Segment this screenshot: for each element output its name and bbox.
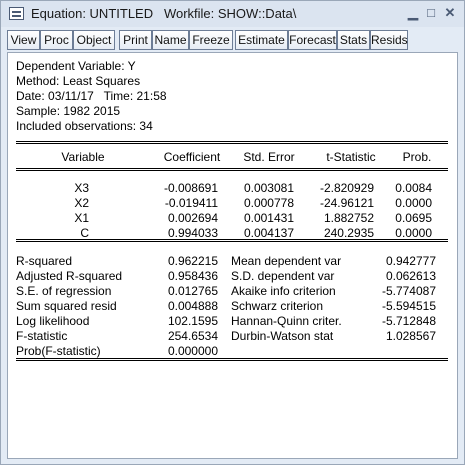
stat-value: -5.774087 (381, 284, 436, 298)
t-statistic-value: 240.2935 (323, 226, 374, 240)
stat-label: Hannan-Quinn criter. (231, 314, 342, 328)
col-header-prob: Prob. (402, 150, 432, 164)
object-button[interactable]: Object (73, 30, 115, 50)
stat-label: S.E. of regression (16, 284, 112, 298)
stat-value: 0.962215 (167, 254, 218, 268)
stat-label: Durbin-Watson stat (231, 329, 334, 343)
std-error-value: 0.004137 (243, 226, 294, 240)
proc-button[interactable]: Proc (40, 30, 73, 50)
forecast-button[interactable]: Forecast (288, 30, 337, 50)
stat-label: Akaike info criterion (231, 284, 336, 298)
close-icon[interactable]: ✕ (442, 5, 458, 21)
col-header-t-statistic: t-Statistic (326, 150, 376, 164)
method: Method: Least Squares (16, 74, 141, 88)
stat-label: Schwarz criterion (231, 299, 324, 313)
stat-value: 1.028567 (385, 329, 436, 343)
prob-value: 0.0084 (395, 181, 432, 195)
view-button[interactable]: View (7, 30, 40, 50)
std-error-value: 0.001431 (243, 211, 294, 225)
stat-value: 102.1595 (167, 314, 218, 328)
coefficient-value: 0.994033 (167, 226, 218, 240)
estimate-button[interactable]: Estimate (235, 30, 288, 50)
stats-button[interactable]: Stats (337, 30, 370, 50)
col-header-coefficient: Coefficient (163, 150, 221, 164)
variable-name: X3 (74, 181, 89, 195)
title-bar[interactable]: Equation: UNTITLED Workfile: SHOW::Data\… (1, 1, 464, 27)
variable-name: C (80, 226, 89, 240)
coefficient-value: -0.008691 (163, 181, 218, 195)
stat-value: 0.062613 (385, 269, 436, 283)
col-header-variable: Variable (61, 150, 105, 164)
stat-value: 0.958436 (167, 269, 218, 283)
name-button[interactable]: Name (152, 30, 189, 50)
variable-name: X1 (74, 211, 89, 225)
stat-label: S.D. dependent var (231, 269, 335, 283)
stat-label: Prob(F-statistic) (16, 344, 101, 358)
table-top-rule (16, 141, 448, 142)
equation-window: Equation: UNTITLED Workfile: SHOW::Data\… (0, 0, 465, 465)
header-rule-2 (16, 170, 448, 171)
minimize-icon[interactable]: ▁ (405, 5, 421, 21)
window-title: Equation: UNTITLED Workfile: SHOW::Data\ (31, 6, 297, 21)
stat-value: 0.012765 (167, 284, 218, 298)
coef-bottom-rule-2 (16, 241, 448, 242)
stat-value: -5.594515 (381, 299, 436, 313)
restore-icon[interactable]: □ (423, 5, 439, 21)
stats-bottom-rule-2 (16, 360, 448, 361)
t-statistic-value: -2.820929 (319, 181, 374, 195)
window-menu-icon[interactable] (9, 7, 24, 20)
stat-label: R-squared (16, 254, 73, 268)
t-statistic-value: 1.882752 (323, 211, 374, 225)
sample: Sample: 1982 2015 (16, 104, 121, 118)
prob-value: 0.0000 (395, 226, 432, 240)
stat-value: 0.004888 (167, 299, 218, 313)
header-rule (16, 168, 448, 169)
table-top-rule-2 (16, 143, 448, 144)
stat-value: 0.000000 (167, 344, 218, 358)
stat-value: 254.6534 (167, 329, 218, 343)
stat-label: Sum squared resid (16, 299, 117, 313)
t-statistic-value: -24.96121 (319, 196, 374, 210)
print-button[interactable]: Print (119, 30, 152, 50)
freeze-button[interactable]: Freeze (189, 30, 233, 50)
stat-value: -5.712848 (381, 314, 436, 328)
variable-name: X2 (74, 196, 89, 210)
included-observations: Included observations: 34 (16, 119, 153, 133)
stat-label: F-statistic (16, 329, 68, 343)
date-time: Date: 03/11/17 Time: 21:58 (16, 89, 167, 103)
output-panel[interactable]: Dependent Variable: Y Method: Least Squa… (7, 52, 458, 459)
prob-value: 0.0000 (395, 196, 432, 210)
coefficient-value: -0.019411 (164, 196, 218, 210)
std-error-value: 0.000778 (243, 196, 294, 210)
stat-label: Adjusted R-squared (16, 269, 123, 283)
coefficient-value: 0.002694 (167, 211, 218, 225)
col-header-std-error: Std. Error (243, 150, 295, 164)
resids-button[interactable]: Resids (370, 30, 408, 50)
stat-label: Log likelihood (16, 314, 90, 328)
dependent-variable: Dependent Variable: Y (16, 59, 136, 73)
std-error-value: 0.003081 (243, 181, 294, 195)
prob-value: 0.0695 (395, 211, 432, 225)
stat-label: Mean dependent var (231, 254, 342, 268)
stat-value: 0.942777 (385, 254, 436, 268)
stats-bottom-rule (16, 358, 448, 359)
